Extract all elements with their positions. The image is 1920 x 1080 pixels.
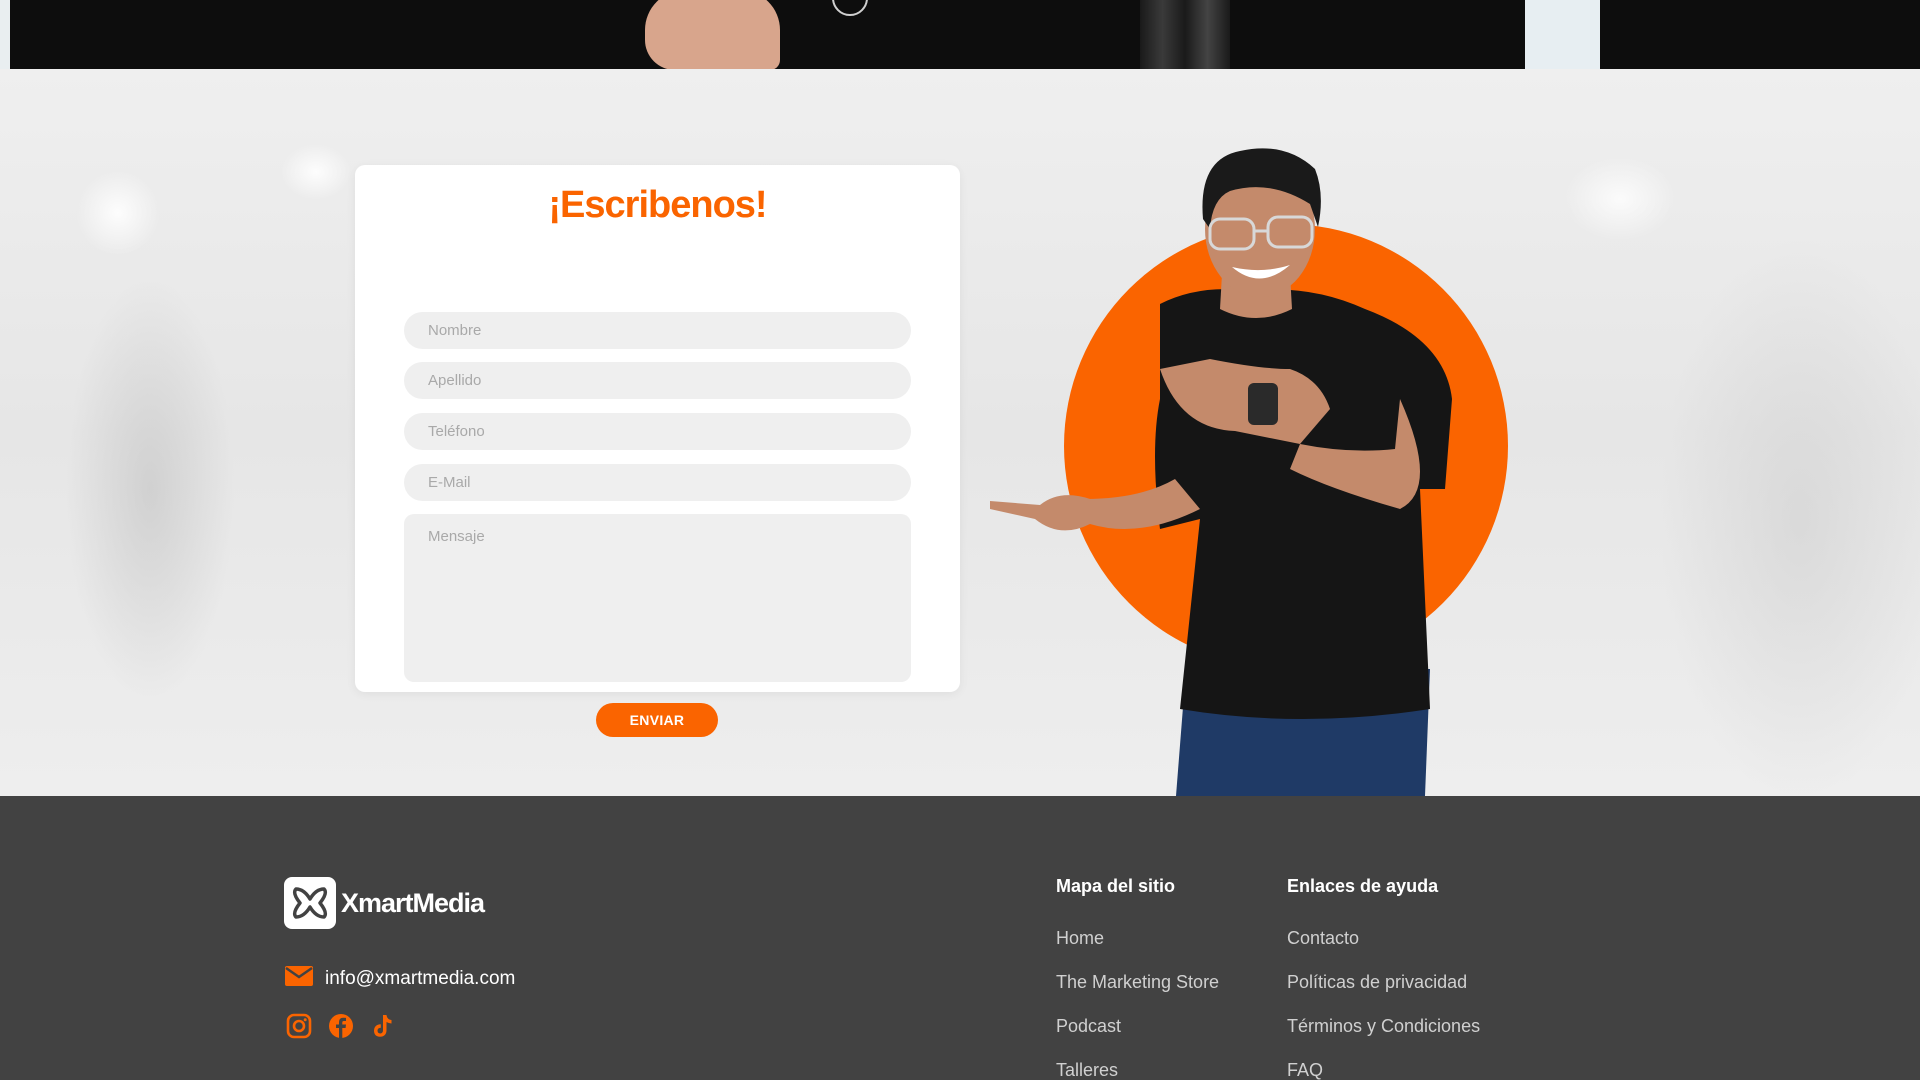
nombre-input[interactable] <box>404 312 911 349</box>
brand-name: XmartMedia <box>341 887 485 918</box>
footer-column-help: Enlaces de ayuda <box>1287 876 1438 897</box>
footer-email[interactable]: info@xmartmedia.com <box>285 966 515 991</box>
footer-link-podcast[interactable]: Podcast <box>1056 1016 1121 1037</box>
contact-section: ¡Escribenos! ENVIAR <box>0 69 1920 796</box>
footer-column-sitemap: Mapa del sitio <box>1056 876 1175 897</box>
telefono-input[interactable] <box>404 413 911 450</box>
enviar-button[interactable]: ENVIAR <box>596 703 718 737</box>
social-links <box>285 1012 397 1040</box>
form-title: ¡Escribenos! <box>548 184 767 226</box>
footer-link-home[interactable]: Home <box>1056 928 1104 949</box>
email-input[interactable] <box>404 464 911 501</box>
facebook-icon[interactable] <box>327 1012 355 1040</box>
apellido-input[interactable] <box>404 362 911 399</box>
mail-icon <box>285 966 313 991</box>
hero-hand <box>645 0 780 69</box>
tiktok-icon[interactable] <box>369 1012 397 1040</box>
footer: XmartMedia info@xmartmedia.com Mapa del … <box>0 796 1920 1080</box>
footer-link-marketing-store[interactable]: The Marketing Store <box>1056 972 1219 993</box>
footer-link-privacidad[interactable]: Políticas de privacidad <box>1287 972 1467 993</box>
instagram-icon[interactable] <box>285 1012 313 1040</box>
brand-logo[interactable]: XmartMedia <box>284 877 485 929</box>
person-pointing-illustration <box>990 148 1452 796</box>
hero-hair <box>1140 0 1230 69</box>
footer-link-talleres[interactable]: Talleres <box>1056 1060 1118 1080</box>
sitemap-title: Mapa del sitio <box>1056 876 1176 896</box>
contact-form-card: ¡Escribenos! ENVIAR <box>355 165 960 737</box>
email-link: info@xmartmedia.com <box>325 967 516 989</box>
footer-link-terminos[interactable]: Términos y Condiciones <box>1287 1016 1480 1037</box>
footer-link-faq[interactable]: FAQ <box>1287 1060 1323 1080</box>
xmartmedia-logo-icon <box>284 877 336 929</box>
footer-link-contacto[interactable]: Contacto <box>1287 928 1359 949</box>
orange-circle-decoration <box>1064 224 1508 668</box>
hero-image-strip <box>0 0 1920 69</box>
help-title: Enlaces de ayuda <box>1287 876 1439 896</box>
hero-ring <box>832 0 868 16</box>
mensaje-textarea[interactable] <box>404 514 911 682</box>
